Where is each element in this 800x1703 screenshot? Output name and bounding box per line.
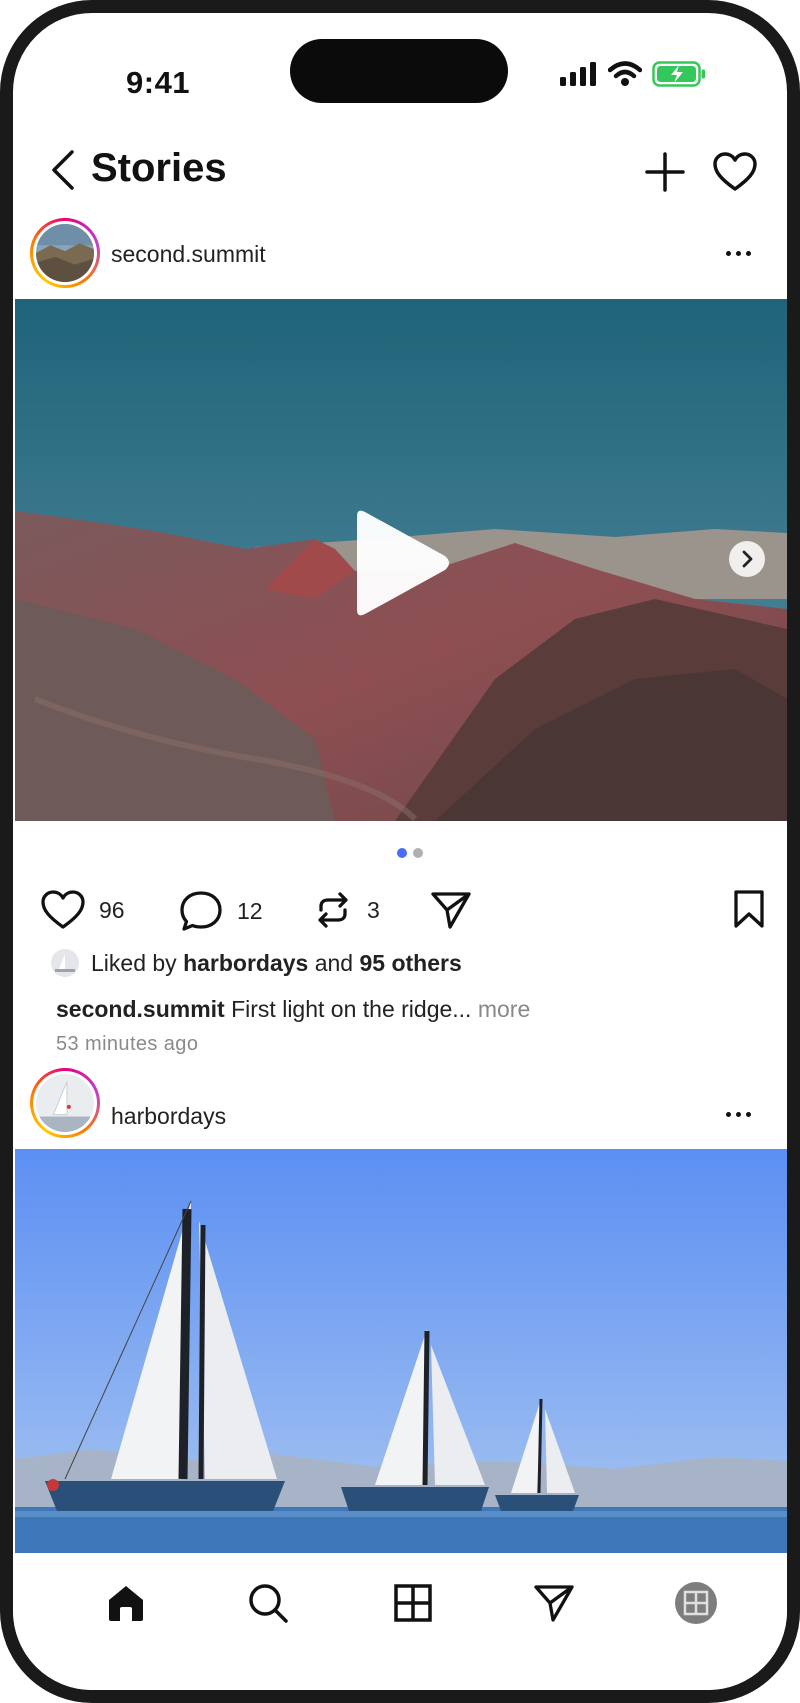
share-send-icon[interactable] (430, 889, 472, 931)
post-video[interactable] (15, 299, 787, 821)
back-button[interactable] (46, 148, 80, 192)
liked-by-others[interactable]: 95 others (359, 950, 461, 976)
liked-by-and: and (314, 949, 354, 976)
home-icon (109, 1586, 143, 1621)
liked-by-prefix: Liked by (91, 949, 177, 976)
post-image-2[interactable] (15, 1149, 787, 1553)
heart-icon (41, 890, 85, 929)
play-icon[interactable] (345, 508, 455, 618)
liked-by-avatar (51, 949, 79, 977)
search-icon (249, 1584, 288, 1623)
tab-home[interactable] (101, 1578, 151, 1628)
post-timestamp: 53 minutes ago (56, 1033, 199, 1055)
page-title: Stories (91, 146, 227, 190)
sailboats-photo (15, 1149, 787, 1553)
caption-text: First light on the ridge... (231, 996, 472, 1022)
comment-icon (180, 891, 222, 931)
avatar-image (36, 224, 94, 282)
carousel-dot (413, 848, 423, 858)
comment-action[interactable]: 12 (179, 890, 263, 932)
repost-count: 3 (367, 896, 380, 923)
like-action[interactable]: 96 (41, 890, 125, 930)
battery-icon (652, 61, 705, 87)
carousel-indicator (397, 848, 423, 858)
post-username[interactable]: second.summit (111, 241, 266, 268)
post-options-button[interactable] (718, 243, 758, 263)
signal-icon (560, 62, 596, 86)
repost-action[interactable]: 3 (313, 890, 380, 930)
post-caption: second.summit First light on the ridge..… (56, 996, 530, 1023)
liked-by-user[interactable]: harbordays (183, 950, 308, 976)
caption-more-link[interactable]: more (478, 996, 530, 1022)
grid-icon (394, 1584, 432, 1622)
post-options-button-2[interactable] (718, 1104, 758, 1124)
comment-count: 12 (237, 897, 263, 924)
post-username-2[interactable]: harbordays (111, 1103, 226, 1130)
tab-messages[interactable] (529, 1578, 579, 1628)
dynamic-island (290, 39, 508, 103)
phone-frame: 9:41 Stories second.summit 96 12 3 Liked… (0, 0, 800, 1703)
bookmark-icon[interactable] (731, 889, 767, 929)
liked-by-row[interactable]: Liked by harbordays and 95 others (51, 949, 462, 977)
carousel-next-button[interactable] (729, 541, 765, 577)
post-avatar[interactable] (30, 218, 100, 288)
screen: 9:41 Stories second.summit 96 12 3 Liked… (13, 13, 787, 1690)
chevron-right-icon (742, 550, 753, 568)
like-count: 96 (99, 896, 125, 923)
status-icons (560, 61, 706, 87)
add-post-button[interactable] (645, 152, 685, 192)
status-time: 9:41 (126, 65, 191, 100)
avatar-image-2 (36, 1074, 94, 1132)
post-avatar-2[interactable] (30, 1068, 100, 1138)
bottom-tab-bar (13, 1553, 787, 1690)
tab-profile[interactable] (671, 1578, 721, 1628)
repost-icon (318, 892, 348, 928)
tab-search[interactable] (243, 1578, 293, 1628)
carousel-dot-active (397, 848, 407, 858)
wifi-icon (608, 61, 642, 86)
caption-username[interactable]: second.summit (56, 996, 225, 1022)
activity-heart-button[interactable] (713, 152, 757, 192)
profile-icon (675, 1582, 717, 1624)
tab-grid[interactable] (388, 1578, 438, 1628)
send-icon (534, 1585, 574, 1622)
